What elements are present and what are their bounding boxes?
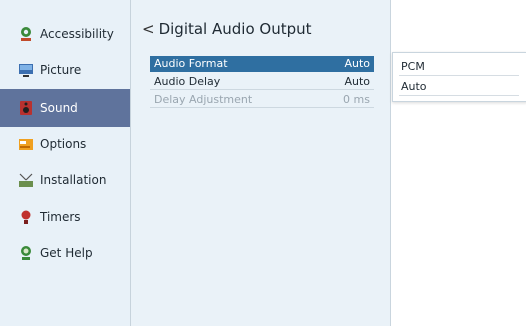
setting-value: 0 ms (343, 93, 370, 106)
sidebar-item-accessibility[interactable]: Accessibility (0, 16, 130, 52)
dropdown-option-pcm[interactable]: PCM (399, 57, 519, 76)
sidebar-item-installation[interactable]: Installation (0, 162, 130, 198)
sidebar-item-picture[interactable]: Picture (0, 52, 130, 88)
help-icon (18, 245, 34, 261)
setting-label: Audio Format (154, 57, 228, 70)
accessibility-icon (18, 26, 34, 42)
setting-row-audio-delay[interactable]: Audio Delay Auto (150, 74, 374, 90)
sidebar-item-label: Installation (40, 173, 107, 187)
setting-label: Delay Adjustment (154, 93, 253, 106)
setting-value: Auto (344, 75, 370, 88)
sidebar-item-label: Get Help (40, 246, 93, 260)
sidebar-item-label: Accessibility (40, 27, 114, 41)
sidebar-item-timers[interactable]: Timers (0, 199, 130, 235)
timer-icon (18, 209, 34, 225)
page-title-text: Digital Audio Output (158, 20, 312, 38)
sidebar-item-get-help[interactable]: Get Help (0, 235, 130, 271)
sidebar-item-sound[interactable]: Sound (0, 89, 130, 127)
options-icon (18, 136, 34, 152)
sidebar-item-options[interactable]: Options (0, 126, 130, 162)
audio-format-dropdown: PCM Auto (392, 52, 526, 102)
sidebar-item-label: Options (40, 137, 87, 151)
speaker-icon (18, 100, 34, 116)
setting-row-delay-adjustment: Delay Adjustment 0 ms (150, 92, 374, 108)
sidebar-item-label: Picture (40, 63, 82, 77)
page-title: < Digital Audio Output (142, 20, 312, 38)
setting-label: Audio Delay (154, 75, 221, 88)
sidebar-item-label: Sound (40, 101, 78, 115)
sidebar-item-label: Timers (40, 210, 81, 224)
back-chevron-icon[interactable]: < (142, 20, 155, 38)
sidebar: Accessibility Picture Sound Options Inst… (0, 0, 131, 326)
setting-row-audio-format[interactable]: Audio Format Auto (150, 56, 374, 72)
dropdown-option-auto[interactable]: Auto (399, 77, 519, 96)
picture-icon (18, 62, 34, 78)
setting-value: Auto (344, 57, 370, 70)
antenna-icon (18, 172, 34, 188)
